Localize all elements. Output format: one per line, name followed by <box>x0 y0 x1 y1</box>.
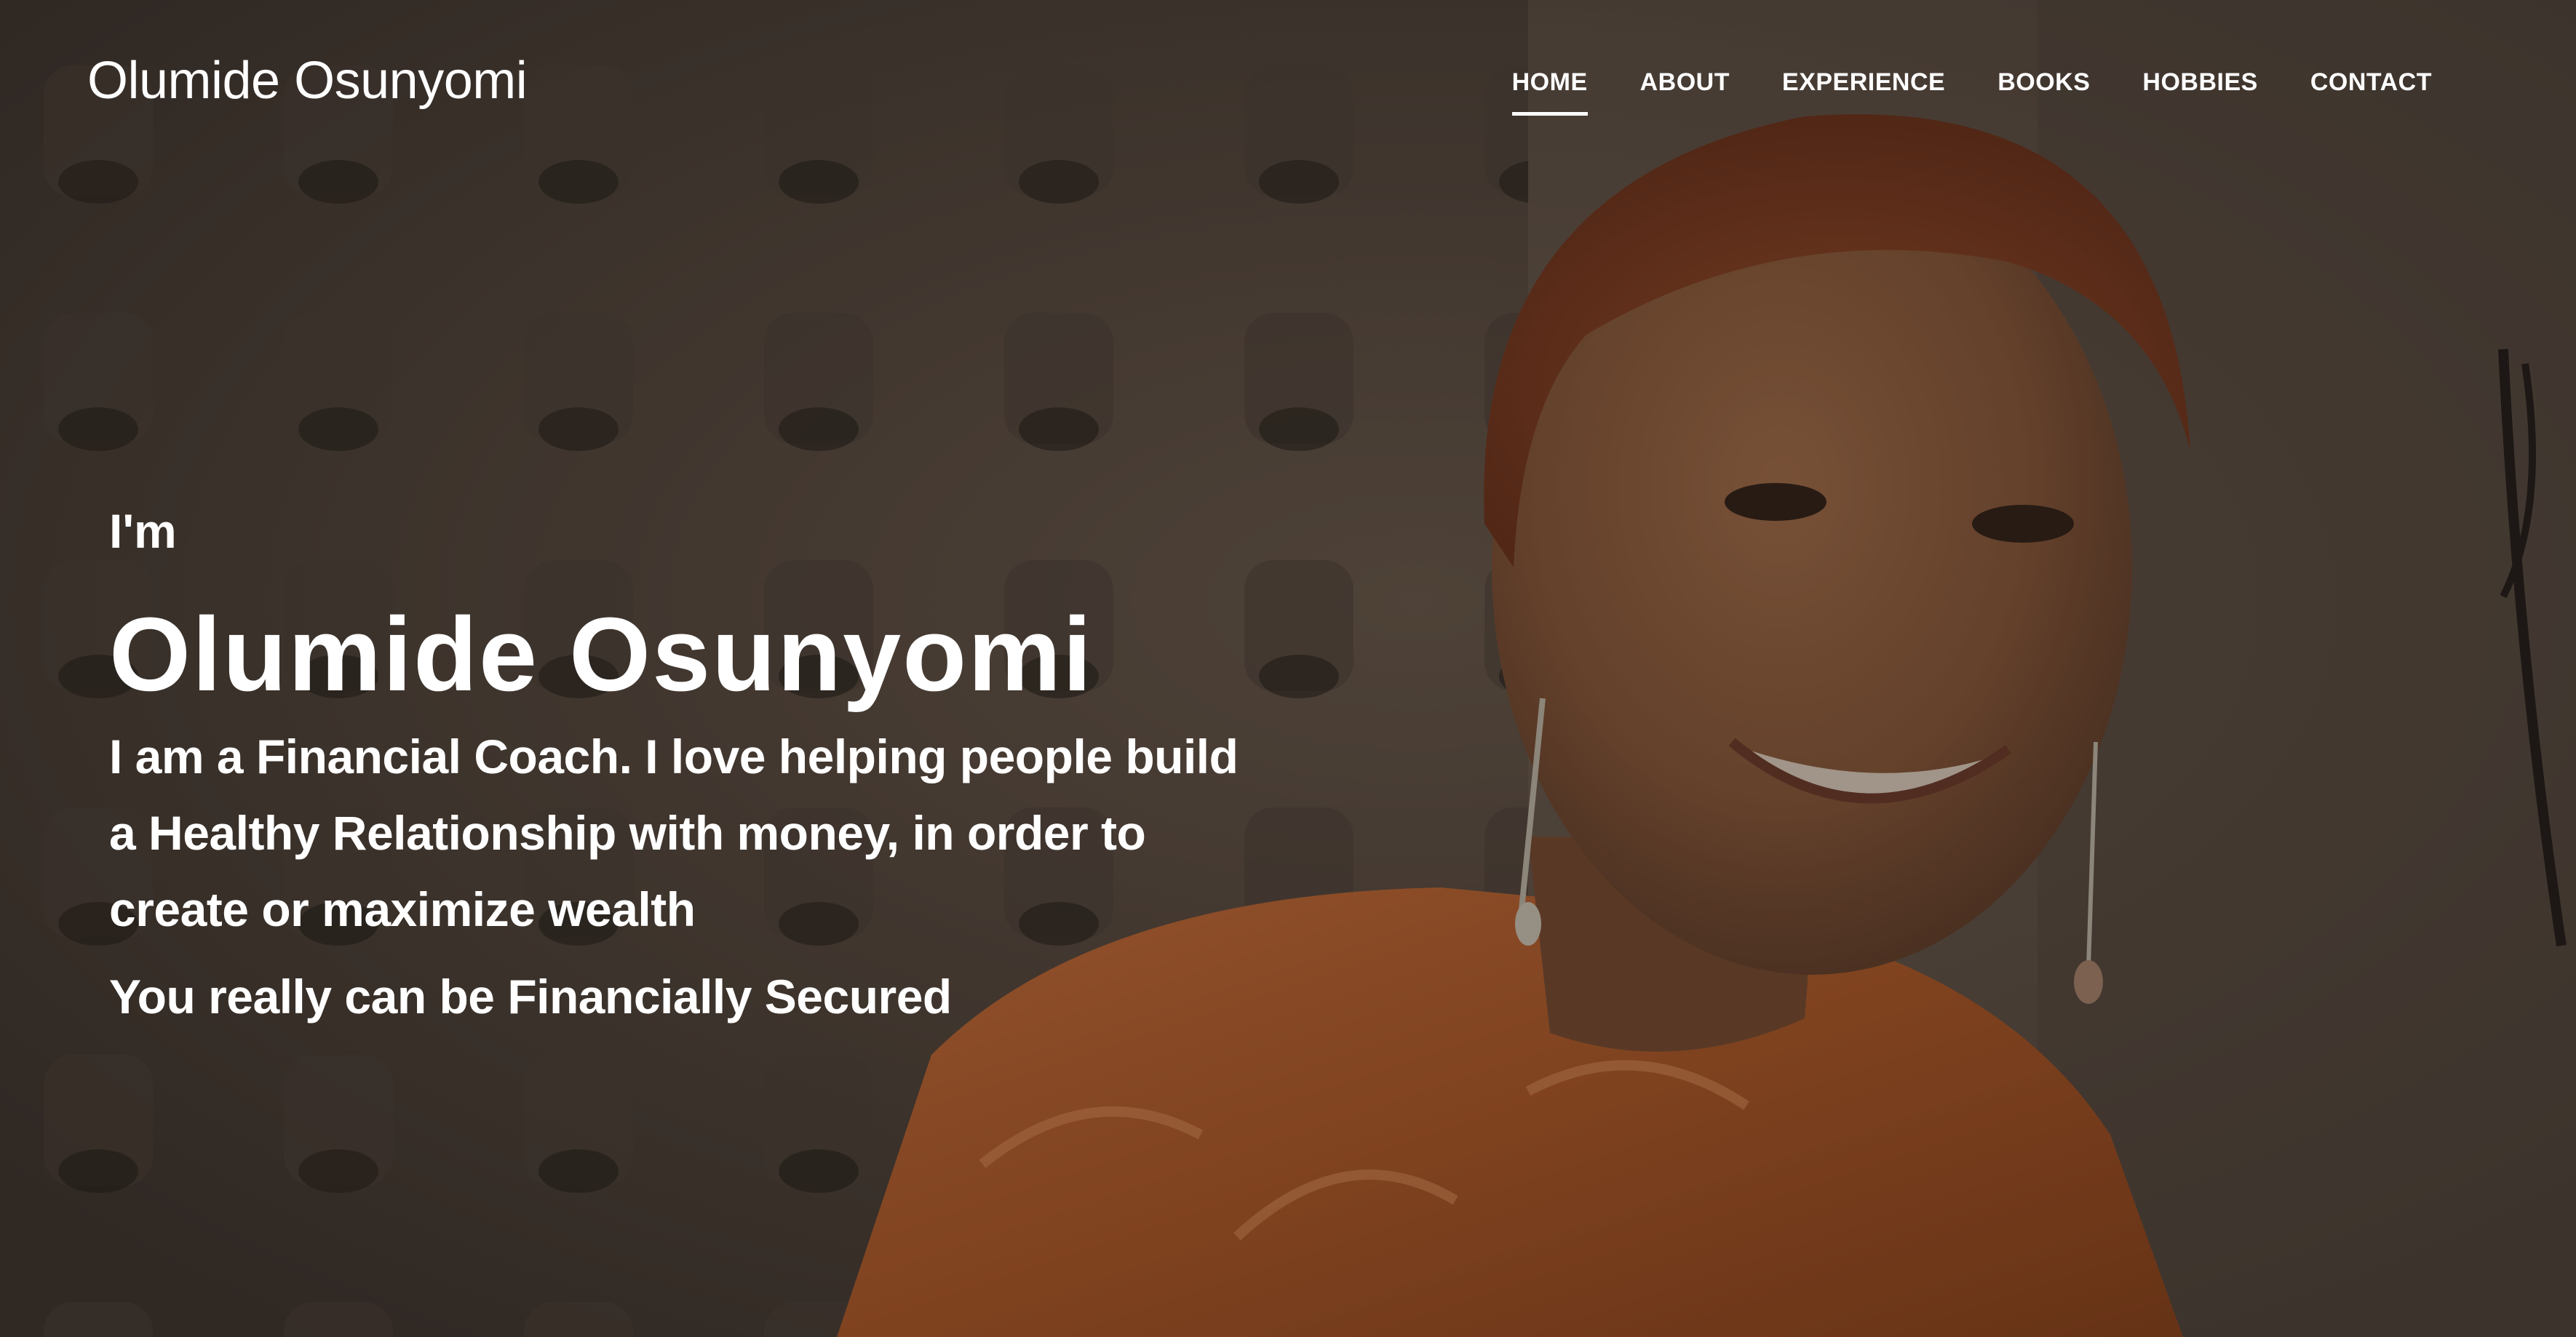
nav-item-contact[interactable]: CONTACT <box>2284 68 2458 97</box>
hero-text-block: I'm Olumide Osunyomi I am a Financial Co… <box>109 502 1273 1029</box>
hero-name: Olumide Osunyomi <box>109 596 1094 713</box>
nav-item-books[interactable]: BOOKS <box>1971 68 2116 97</box>
nav-item-about[interactable]: ABOUT <box>1614 68 1756 97</box>
hero-tagline: I am a Financial Coach. I love helping p… <box>109 730 1239 936</box>
hero-intro: I'm <box>109 504 177 558</box>
nav-item-home[interactable]: HOME <box>1486 68 1614 116</box>
site-brand[interactable]: Olumide Osunyomi <box>87 51 528 111</box>
nav-item-hobbies[interactable]: HOBBIES <box>2116 68 2283 97</box>
nav-menu: HOME ABOUT EXPERIENCE BOOKS HOBBIES CONT… <box>1486 68 2458 116</box>
navbar: Olumide Osunyomi HOME ABOUT EXPERIENCE B… <box>0 0 2576 175</box>
hero-section: Olumide Osunyomi HOME ABOUT EXPERIENCE B… <box>0 0 2576 1337</box>
hero-motto: You really can be Financially Secured <box>109 970 952 1023</box>
nav-item-experience[interactable]: EXPERIENCE <box>1756 68 1971 97</box>
